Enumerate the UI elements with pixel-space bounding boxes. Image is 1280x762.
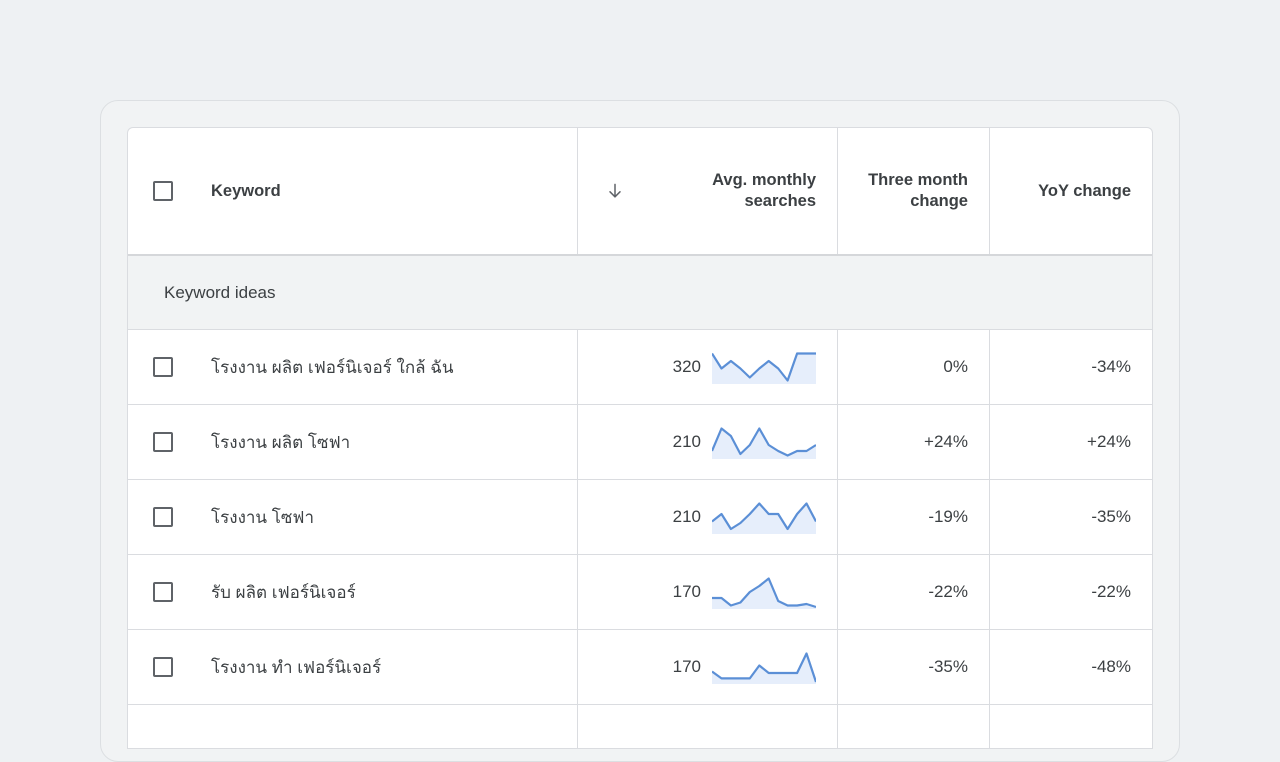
- yoy-value: +24%: [1087, 432, 1131, 451]
- table-row: โรงงาน ผลิต โซฟา 210 +24% +24%: [128, 405, 1152, 480]
- keyword-text: รับ ผลิต เฟอร์นิเจอร์: [211, 582, 356, 602]
- trend-sparkline[interactable]: [712, 500, 816, 534]
- keyword-text: โรงงาน ทำ เฟอร์นิเจอร์: [211, 657, 382, 677]
- keyword-text: โรงงาน ผลิต โซฟา: [211, 432, 351, 452]
- yoy-value: -34%: [1091, 357, 1131, 376]
- header-3m-line2: change: [910, 192, 968, 210]
- avg-searches-cell: 210: [577, 480, 838, 554]
- trend-sparkline[interactable]: [712, 425, 816, 459]
- keyword-text: โรงงาน โซฟา: [211, 507, 315, 527]
- table-row: โรงงาน ทำ เฟอร์นิเจอร์ 170 -35% -48%: [128, 630, 1152, 705]
- three-month-value: -22%: [928, 582, 968, 601]
- yoy-cell: -35%: [989, 480, 1152, 554]
- header-keyword[interactable]: Keyword: [211, 181, 281, 202]
- row-checkbox[interactable]: [153, 507, 173, 527]
- three-month-cell: -19%: [837, 480, 990, 554]
- keyword-cell: โรงงาน ผลิต โซฟา: [128, 405, 578, 479]
- yoy-cell: -22%: [989, 555, 1152, 629]
- keyword-cell: โรงงาน ผลิต เฟอร์นิเจอร์ ใกล้ ฉัน: [128, 330, 578, 404]
- yoy-cell: -34%: [989, 330, 1152, 404]
- row-checkbox[interactable]: [153, 432, 173, 452]
- table-row: รับ ผลิต เฟอร์นิเจอร์ 170 -22% -22%: [128, 555, 1152, 630]
- three-month-value: +24%: [924, 432, 968, 451]
- yoy-cell: -48%: [989, 630, 1152, 704]
- keyword-cell: รับ ผลิต เฟอร์นิเจอร์: [128, 555, 578, 629]
- select-all-checkbox[interactable]: [153, 181, 173, 201]
- avg-searches-cell: 170: [577, 555, 838, 629]
- header-avg-monthly-searches[interactable]: Avg. monthly searches: [712, 170, 816, 212]
- arrow-down-icon[interactable]: [605, 181, 625, 201]
- row-checkbox[interactable]: [153, 657, 173, 677]
- sparkline-area: [712, 353, 816, 384]
- header-keyword-cell: Keyword: [128, 128, 578, 254]
- avg-searches-cell: 170: [577, 630, 838, 704]
- header-avg-line2: searches: [744, 192, 816, 210]
- three-month-value: -35%: [928, 657, 968, 676]
- header-yoy-cell[interactable]: YoY change: [989, 128, 1152, 254]
- three-month-cell: 0%: [837, 330, 990, 404]
- header-three-month-change[interactable]: Three month change: [868, 170, 968, 212]
- trend-sparkline[interactable]: [712, 350, 816, 384]
- three-month-cell: [837, 705, 990, 748]
- trend-sparkline[interactable]: [712, 650, 816, 684]
- trend-sparkline[interactable]: [712, 575, 816, 609]
- table-row: โรงงาน ผลิต เฟอร์นิเจอร์ ใกล้ ฉัน 320 0% -3…: [128, 330, 1152, 405]
- yoy-value: -22%: [1091, 582, 1131, 601]
- three-month-cell: -22%: [837, 555, 990, 629]
- yoy-value: -35%: [1091, 507, 1131, 526]
- table-header: Keyword Avg. monthly searches Three mont…: [128, 128, 1152, 256]
- avg-searches-value: 170: [672, 582, 701, 601]
- avg-searches-cell: [577, 705, 838, 748]
- header-3m-line1: Three month: [868, 171, 968, 189]
- avg-searches-value: 210: [672, 507, 701, 526]
- yoy-cell: +24%: [989, 405, 1152, 479]
- table-row: โรงงาน โซฟา 210 -19% -35%: [128, 480, 1152, 555]
- avg-searches-cell: 210: [577, 405, 838, 479]
- three-month-value: -19%: [928, 507, 968, 526]
- header-avg-line1: Avg. monthly: [712, 171, 816, 189]
- group-row: Keyword ideas: [128, 256, 1152, 330]
- three-month-cell: +24%: [837, 405, 990, 479]
- three-month-cell: -35%: [837, 630, 990, 704]
- avg-searches-value: 320: [672, 357, 701, 376]
- header-three-month-cell[interactable]: Three month change: [837, 128, 990, 254]
- avg-searches-value: 210: [672, 432, 701, 451]
- keyword-text: โรงงาน ผลิต เฟอร์นิเจอร์ ใกล้ ฉัน: [211, 357, 454, 377]
- avg-searches-value: 170: [672, 657, 701, 676]
- keyword-cell: โรงงาน ทำ เฟอร์นิเจอร์: [128, 630, 578, 704]
- three-month-value: 0%: [943, 357, 968, 376]
- header-avg-cell[interactable]: Avg. monthly searches: [577, 128, 838, 254]
- yoy-cell: [989, 705, 1152, 748]
- keyword-table: Keyword Avg. monthly searches Three mont…: [127, 127, 1153, 749]
- row-checkbox[interactable]: [153, 582, 173, 602]
- keyword-cell: [128, 705, 578, 748]
- avg-searches-cell: 320: [577, 330, 838, 404]
- header-yoy-change[interactable]: YoY change: [1038, 181, 1131, 202]
- table-row: [128, 705, 1152, 748]
- group-label: Keyword ideas: [164, 282, 276, 302]
- row-checkbox[interactable]: [153, 357, 173, 377]
- yoy-value: -48%: [1091, 657, 1131, 676]
- keyword-cell: โรงงาน โซฟา: [128, 480, 578, 554]
